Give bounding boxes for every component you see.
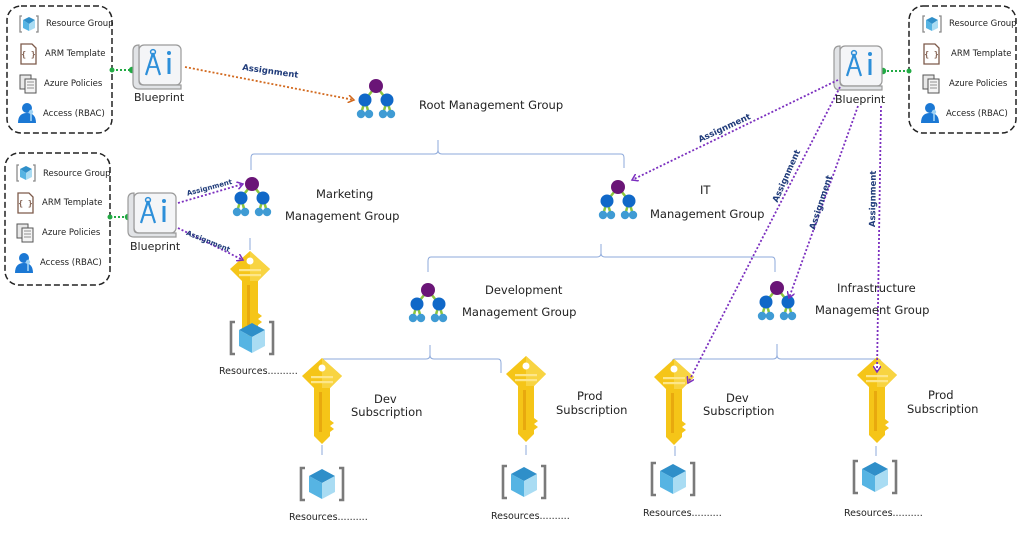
prod-subscription-label-line1: Prod	[928, 388, 954, 402]
resources-cube-icon	[299, 466, 345, 502]
box-label-arm-template: ARM Template	[45, 49, 106, 59]
rbac-user-icon	[18, 103, 36, 123]
prod-subscription-label-line2: Subscription	[556, 403, 628, 417]
development-group-label-line2: Management Group	[462, 305, 577, 319]
resources-label: Resources..........	[219, 366, 298, 377]
arm-template-icon	[923, 43, 940, 65]
box-label-access-rbac: Access (RBAC)	[40, 258, 102, 268]
assignment-label: Assignment	[868, 170, 879, 228]
it-group-label-line1: IT	[700, 183, 711, 197]
management-group-icon-it	[597, 178, 639, 221]
subscription-key-icon-dev	[302, 358, 342, 444]
azure-policies-icon	[922, 74, 940, 94]
box-label-access-rbac: Access (RBAC)	[43, 109, 105, 119]
resource-group-icon	[922, 15, 942, 33]
resources-label: Resources..........	[491, 511, 570, 522]
dev-subscription-label-line1: Dev	[374, 392, 397, 406]
dev-subscription-label-line2: Subscription	[703, 404, 775, 418]
resources-label: Resources..........	[289, 512, 368, 523]
management-group-icon-marketing	[231, 175, 273, 218]
it-group-label-line2: Management Group	[650, 207, 765, 221]
resources-cube-icon	[229, 320, 275, 356]
azure-policies-icon	[16, 223, 34, 243]
box-label-access-rbac: Access (RBAC)	[946, 109, 1008, 119]
development-group-label-line1: Development	[485, 283, 563, 297]
infrastructure-group-label-line1: Infrastructure	[837, 281, 916, 295]
subscription-key-icon-prod	[857, 357, 897, 443]
box-label-resource-group: Resource Group	[43, 169, 111, 179]
box-label-resource-group: Resource Group	[46, 19, 114, 29]
box-label-arm-template: ARM Template	[951, 49, 1012, 59]
arm-template-icon	[20, 43, 37, 65]
dev-subscription-label-line1: Dev	[726, 391, 749, 405]
resources-label: Resources..........	[844, 508, 923, 519]
azure-policies-icon	[19, 74, 37, 94]
resource-group-icon	[16, 164, 36, 182]
prod-subscription-label-line2: Subscription	[907, 402, 979, 416]
arm-template-icon	[17, 192, 34, 214]
dev-subscription-label-line2: Subscription	[351, 405, 423, 419]
resources-label: Resources..........	[643, 508, 722, 519]
root-management-group-label: Root Management Group	[419, 98, 564, 112]
resources-cube-icon	[501, 464, 547, 500]
resources-cube-icon	[852, 459, 898, 495]
blueprint-label: Blueprint	[835, 93, 886, 106]
management-group-icon-infrastructure	[756, 279, 798, 322]
blueprint-hierarchy-diagram: { }	[2, 0, 1017, 523]
resources-cube-icon	[650, 461, 696, 497]
resource-group-icon	[19, 15, 39, 33]
blueprint-icon	[832, 44, 884, 92]
management-group-icon-root	[355, 77, 397, 120]
blueprint-icon	[131, 43, 183, 91]
rbac-user-icon	[15, 253, 33, 273]
rbac-user-icon	[921, 103, 939, 123]
blueprint-label: Blueprint	[134, 91, 185, 104]
box-label-azure-policies: Azure Policies	[44, 79, 103, 89]
marketing-group-label-line2: Management Group	[285, 209, 400, 223]
box-label-arm-template: ARM Template	[42, 198, 103, 208]
assignment-arrow-it	[632, 79, 839, 180]
box-label-resource-group: Resource Group	[949, 19, 1017, 29]
box-label-azure-policies: Azure Policies	[949, 79, 1008, 89]
blueprint-icon	[126, 191, 178, 239]
management-group-icon-development	[407, 281, 449, 324]
marketing-group-label-line1: Marketing	[316, 187, 374, 201]
subscription-key-icon-prod	[506, 356, 546, 442]
infrastructure-group-label-line2: Management Group	[815, 303, 930, 317]
assignment-arrow-prod-sub	[877, 105, 882, 372]
box-label-azure-policies: Azure Policies	[42, 228, 101, 238]
blueprint-label: Blueprint	[130, 240, 181, 253]
prod-subscription-label-line1: Prod	[577, 389, 603, 403]
subscription-key-icon-dev	[654, 359, 694, 445]
